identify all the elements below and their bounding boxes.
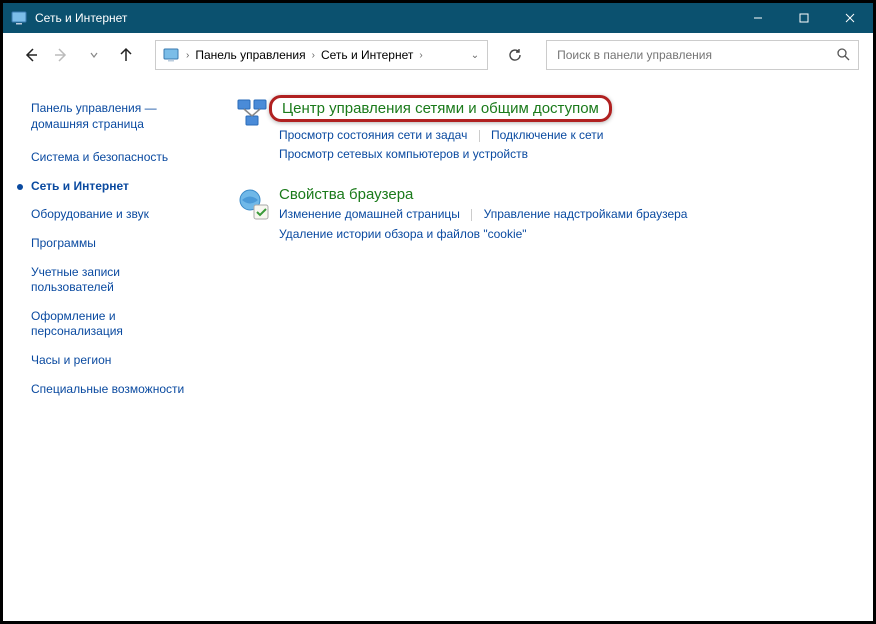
sidebar-item-network-internet[interactable]: Сеть и Интернет [31,179,203,195]
search-icon[interactable] [836,47,850,64]
divider [479,130,480,142]
manage-addons-link[interactable]: Управление надстройками браузера [484,207,688,221]
browser-properties-icon [235,186,271,222]
maximize-button[interactable] [781,3,827,33]
sidebar-item-user-accounts[interactable]: Учетные записи пользователей [31,265,203,296]
sidebar-home-link[interactable]: Панель управления — домашняя страница [31,101,203,132]
navbar: › Панель управления › Сеть и Интернет › … [3,33,873,77]
network-sharing-icon [235,95,271,131]
view-network-status-link[interactable]: Просмотр состояния сети и задач [279,128,467,142]
close-button[interactable] [827,3,873,33]
sidebar-item-system-security[interactable]: Система и безопасность [31,150,203,166]
network-sharing-center-link[interactable]: Центр управления сетями и общим доступом [282,100,599,117]
main-panel: Центр управления сетями и общим доступом… [215,77,873,621]
highlight-annotation: Центр управления сетями и общим доступом [269,95,612,122]
chevron-right-icon[interactable]: › [182,50,193,61]
titlebar: Сеть и Интернет [3,3,873,33]
browser-properties-link[interactable]: Свойства браузера [279,186,413,203]
category-browser-properties: Свойства браузера Изменение домашней стр… [235,186,853,243]
breadcrumb-item[interactable]: Сеть и Интернет [319,48,415,62]
sidebar: Панель управления — домашняя страница Си… [3,77,215,621]
sidebar-item-hardware-sound[interactable]: Оборудование и звук [31,207,203,223]
search-input[interactable] [555,47,830,63]
control-panel-icon [162,46,180,64]
back-button[interactable] [17,42,43,68]
control-panel-icon [11,10,27,26]
sidebar-item-appearance[interactable]: Оформление и персонализация [31,309,203,340]
breadcrumb-item[interactable]: Панель управления [193,48,307,62]
recent-locations-button[interactable] [81,42,107,68]
sidebar-item-ease-of-access[interactable]: Специальные возможности [31,382,203,398]
divider [471,209,472,221]
category-network-sharing: Центр управления сетями и общим доступом… [235,95,853,164]
breadcrumb[interactable]: › Панель управления › Сеть и Интернет › … [155,40,488,70]
sidebar-item-programs[interactable]: Программы [31,236,203,252]
forward-button[interactable] [49,42,75,68]
content-area: Панель управления — домашняя страница Си… [3,77,873,621]
window-controls [735,3,873,33]
chevron-right-icon[interactable]: › [308,50,319,61]
change-homepage-link[interactable]: Изменение домашней страницы [279,207,460,221]
view-network-computers-link[interactable]: Просмотр сетевых компьютеров и устройств [279,147,528,161]
minimize-button[interactable] [735,3,781,33]
chevron-down-icon[interactable]: ⌄ [467,50,483,61]
sidebar-item-clock-region[interactable]: Часы и регион [31,353,203,369]
window-title: Сеть и Интернет [35,11,127,25]
connect-to-network-link[interactable]: Подключение к сети [491,128,603,142]
search-box[interactable] [546,40,859,70]
up-button[interactable] [113,42,139,68]
refresh-button[interactable] [500,40,530,70]
delete-history-link[interactable]: Удаление истории обзора и файлов "cookie… [279,227,527,241]
chevron-right-icon[interactable]: › [415,50,426,61]
